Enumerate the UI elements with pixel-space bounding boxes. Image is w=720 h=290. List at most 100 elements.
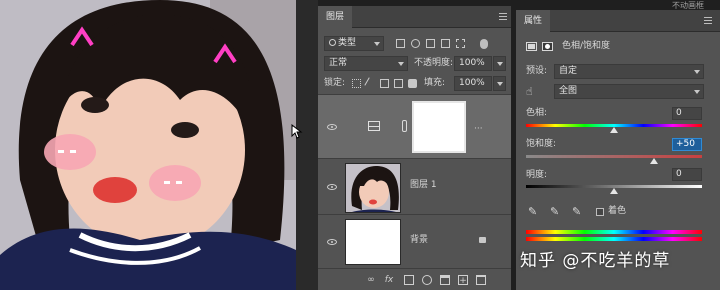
pixel-filter-icon[interactable] [396, 39, 405, 48]
channel-row: ☝ 全图 [516, 82, 720, 102]
chevron-down-icon [398, 62, 404, 66]
layer-name[interactable]: 背景 [410, 233, 428, 248]
more-options-icon[interactable]: ··· [474, 124, 483, 134]
hue-slider-thumb[interactable] [610, 127, 618, 133]
eyedropper-add-icon[interactable]: ✎ [550, 205, 559, 218]
adjustment-filter-icon[interactable] [411, 39, 420, 48]
input-color-range-bar [526, 230, 702, 234]
chevron-down-icon [497, 82, 503, 86]
blend-row: 正常 不透明度: 100% [318, 54, 511, 74]
eyedropper-icon[interactable]: ✎ [528, 205, 537, 218]
filter-toggle-icon[interactable] [480, 39, 488, 49]
layers-panel: 图层 类型 正常 不透明度: 100% 锁定: 填充: 100% ··· 图层 … [318, 6, 511, 290]
mask-link-icon[interactable] [402, 120, 407, 132]
eyedropper-row: ✎ ✎ ✎ 着色 [516, 202, 720, 222]
opacity-label: 不透明度: [414, 58, 454, 68]
fx-icon[interactable]: fx [384, 275, 394, 285]
mask-icon[interactable] [404, 275, 414, 285]
panel-gutter [296, 0, 318, 290]
visibility-eye-icon[interactable] [327, 124, 337, 130]
blend-mode-value: 正常 [329, 58, 348, 68]
output-color-range-bar [526, 237, 702, 241]
type-filter-icon[interactable] [426, 39, 435, 48]
fill-field[interactable]: 100% [454, 76, 492, 91]
link-icon[interactable]: ∞ [366, 275, 376, 285]
saturation-label: 饱和度: [526, 139, 557, 149]
fill-value: 100% [459, 78, 485, 88]
preset-label: 预设: [526, 66, 548, 76]
chevron-down-icon [694, 90, 700, 94]
filter-kind-label: 类型 [338, 38, 357, 48]
layer-mask-thumbnail[interactable] [412, 101, 466, 153]
watermark-text: 知乎 @不吃羊的草 [520, 251, 671, 271]
lightness-value-field[interactable]: 0 [672, 168, 702, 181]
layers-bottom-bar: ∞ fx + [318, 268, 511, 290]
channel-value: 全图 [559, 86, 578, 96]
mask-properties-icon[interactable] [542, 42, 553, 51]
lightness-label: 明度: [526, 170, 548, 180]
hue-saturation-adjustment-icon [368, 121, 380, 131]
fill-dropdown[interactable] [493, 76, 506, 91]
channel-select[interactable]: 全图 [554, 84, 704, 99]
panel-menu-icon[interactable] [704, 17, 712, 24]
lock-label: 锁定: [324, 78, 346, 88]
lock-artboard-icon[interactable] [394, 79, 403, 88]
layer-row-hue-saturation[interactable]: ··· [318, 94, 511, 158]
search-icon [329, 39, 336, 46]
fill-label: 填充: [424, 78, 446, 88]
opacity-dropdown[interactable] [493, 56, 506, 71]
saturation-slider-track[interactable] [526, 155, 702, 158]
pointer-cursor-icon [291, 123, 305, 143]
layer-name[interactable]: 图层 1 [410, 178, 437, 193]
layer-row-background[interactable]: 背景 [318, 214, 511, 268]
layer-row-photo[interactable]: 图层 1 [318, 158, 511, 214]
photo-thumbnail-image [351, 166, 399, 212]
visibility-eye-icon[interactable] [327, 239, 337, 245]
opacity-field[interactable]: 100% [454, 56, 492, 71]
visibility-eye-icon[interactable] [327, 184, 337, 190]
layer-thumbnail [345, 219, 401, 265]
lock-position-icon[interactable] [380, 79, 389, 88]
saturation-value-field[interactable]: +50 [672, 138, 702, 151]
colorize-checkbox[interactable] [596, 208, 604, 216]
layer-filter-row: 类型 [318, 34, 511, 54]
trash-icon[interactable] [476, 275, 486, 285]
blend-mode-select[interactable]: 正常 [324, 56, 408, 71]
group-icon[interactable] [440, 275, 450, 285]
document-canvas[interactable] [0, 0, 296, 290]
opacity-value: 100% [459, 58, 485, 68]
chevron-down-icon [694, 70, 700, 74]
lightness-slider-thumb[interactable] [610, 188, 618, 194]
hue-label: 色相: [526, 108, 548, 118]
adjustment-layer-icon[interactable] [526, 42, 537, 51]
properties-tabbar: 属性 [516, 10, 720, 32]
child-photo [0, 0, 296, 290]
chevron-down-icon [497, 62, 503, 66]
adjustment-icon[interactable] [422, 275, 432, 285]
lock-transparent-icon[interactable] [352, 79, 361, 88]
filter-kind-select[interactable]: 类型 [324, 36, 384, 51]
chevron-down-icon [374, 42, 380, 46]
adjustment-title-row: 色相/饱和度 [516, 38, 720, 58]
eyedropper-subtract-icon[interactable]: ✎ [572, 205, 581, 218]
adjustment-title: 色相/饱和度 [562, 41, 611, 51]
smart-object-filter-icon[interactable] [456, 39, 465, 48]
tab-layers[interactable]: 图层 [318, 6, 353, 28]
layers-tabbar: 图层 [318, 6, 511, 28]
lock-all-icon[interactable] [408, 79, 417, 88]
lock-image-icon[interactable] [364, 77, 377, 90]
layer-thumbnail [345, 163, 401, 213]
colorize-label: 着色 [608, 206, 627, 216]
target-adjust-hand-icon[interactable]: ☝ [526, 85, 533, 98]
lock-row: 锁定: 填充: 100% [318, 74, 511, 94]
preset-value: 自定 [559, 66, 578, 76]
saturation-slider-thumb[interactable] [650, 158, 658, 164]
lock-icon [479, 237, 486, 243]
preset-row: 预设: 自定 [516, 62, 720, 82]
tab-properties[interactable]: 属性 [516, 10, 551, 32]
panel-menu-icon[interactable] [499, 13, 507, 20]
shape-filter-icon[interactable] [441, 39, 450, 48]
new-layer-icon[interactable]: + [458, 275, 468, 286]
preset-select[interactable]: 自定 [554, 64, 704, 79]
hue-value-field[interactable]: 0 [672, 107, 702, 120]
